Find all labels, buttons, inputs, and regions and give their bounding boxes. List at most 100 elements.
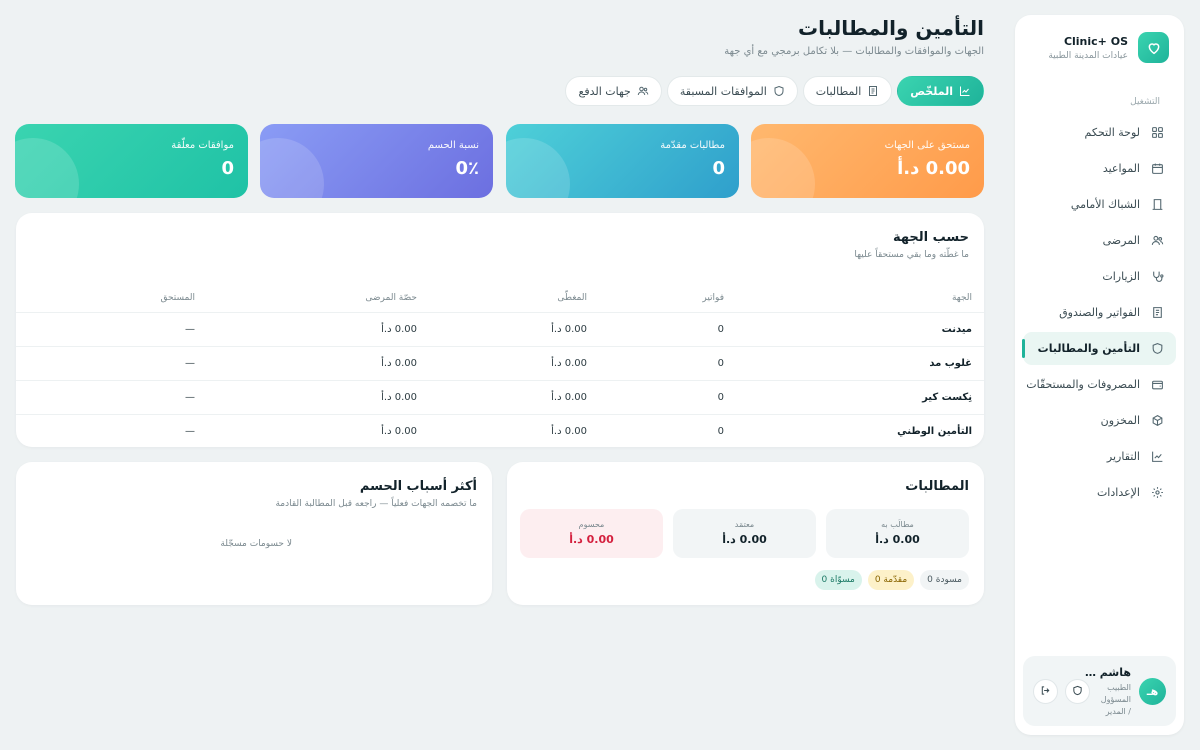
tab-label: الملخّص [910, 84, 953, 98]
sidebar-item-expenses[interactable]: المصروفات والمستحقّات [1023, 368, 1176, 401]
user-card: هـ هاشم … الطبيب المسؤول / المدير [1023, 656, 1176, 726]
panel-title: أكثر أسباب الحسم [359, 479, 477, 494]
claims-tiles: مطالَب به 0.00 د.أ معتمَد 0.00 د.أ محسوم… [520, 509, 969, 558]
panel-subtitle: ما غطّته وما بقي مستحقاً عليها [854, 250, 969, 260]
sidebar-item-settings[interactable]: الإعدادات [1023, 476, 1176, 509]
sidebar-item-appointments[interactable]: المواعيد [1023, 152, 1176, 185]
sidebar-item-billing[interactable]: الفواتير والصندوق [1023, 296, 1176, 329]
table-cell: 0.00 د.أ [417, 413, 587, 448]
table-cell: 0.00 د.أ [195, 379, 417, 414]
table-cell: 0.00 د.أ [417, 311, 587, 346]
sidebar-item-label: المرضى [1102, 234, 1140, 247]
status-badge-settled[interactable]: مسوّاة 0 [814, 570, 862, 590]
stat-value: 0 [221, 158, 234, 179]
sidebar-item-label: المصروفات والمستحقّات [1026, 378, 1140, 391]
shield-icon [773, 85, 785, 97]
stat-card-discount-rate: نسبة الحسم 0٪ [260, 124, 493, 198]
tab-label: الموافقات المسبقة [679, 84, 767, 98]
table-cell: التأمين الوطني [724, 413, 984, 448]
tile-claimed: مطالَب به 0.00 د.أ [826, 509, 969, 558]
stat-card-submitted-claims: مطالبات مقدّمة 0 [506, 124, 739, 198]
sidebar-item-reports[interactable]: التقارير [1023, 440, 1176, 473]
stat-label: نسبة الحسم [427, 140, 479, 151]
users-icon [1150, 233, 1165, 248]
table-cell: ميدنت [724, 311, 984, 346]
claims-status-chips: مسودة 0 مقدّمة 0 مسوّاة 0 [814, 570, 969, 590]
sidebar-item-dashboard[interactable]: لوحة التحكم [1023, 116, 1176, 149]
table-row[interactable]: غلوب مد 0 0.00 د.أ 0.00 د.أ — [16, 345, 984, 380]
wallet-icon [1150, 377, 1165, 392]
sidebar-item-insurance[interactable]: التأمين والمطالبات [1022, 332, 1176, 365]
avatar[interactable]: هـ [1139, 678, 1166, 705]
sidebar-nav: لوحة التحكم المواعيد الشباك الأمامي المر… [1022, 116, 1176, 512]
deduction-reasons-panel: أكثر أسباب الحسم ما تخصمه الجهات فعلياً … [16, 462, 492, 605]
user-name: هاشم … [1084, 666, 1131, 679]
brand: Clinic+ OS عيادات المدينة الطبية [1030, 32, 1169, 64]
stat-value: 0 [712, 158, 725, 179]
logout-icon [1040, 685, 1051, 699]
heart-icon [1138, 32, 1169, 63]
table-row[interactable]: ميدنت 0 0.00 د.أ 0.00 د.أ — [16, 311, 984, 346]
table-cell: — [16, 345, 195, 380]
table-cell: غلوب مد [724, 345, 984, 380]
tab-summary[interactable]: الملخّص [897, 76, 984, 106]
column-header: الجهة [951, 293, 972, 304]
receipt-icon [867, 85, 879, 97]
tile-value: 0.00 د.أ [722, 533, 767, 546]
tile-deducted: محسوم 0.00 د.أ [520, 509, 663, 558]
sidebar-item-label: الزيارات [1102, 270, 1140, 283]
table-row[interactable]: نِكست كير 0 0.00 د.أ 0.00 د.أ — [16, 379, 984, 414]
page-title: التأمين والمطالبات [797, 16, 984, 40]
receipt-icon [1150, 305, 1165, 320]
user-role: الطبيب المسؤول / المدير [1100, 683, 1131, 716]
payer-table: الجهة فواتير المغطّى حصّة المرضى المستحق… [16, 285, 984, 448]
status-badge-draft[interactable]: مسودة 0 [920, 570, 969, 590]
tile-label: محسوم [578, 520, 605, 529]
logout-button[interactable] [1033, 679, 1058, 704]
stat-card-due-from-payers: مستحق على الجهات 0.00 د.أ [751, 124, 984, 198]
sidebar-item-visits[interactable]: الزيارات [1023, 260, 1176, 293]
table-cell: 0.00 د.أ [195, 413, 417, 448]
shield-icon [1150, 341, 1165, 356]
stat-label: مستحق على الجهات [884, 140, 970, 151]
shield-icon [1072, 685, 1083, 699]
status-badge-submitted[interactable]: مقدّمة 0 [867, 570, 915, 590]
stat-label: مطالبات مقدّمة [660, 140, 725, 151]
sidebar-item-label: الفواتير والصندوق [1059, 306, 1140, 319]
sidebar-item-front-desk[interactable]: الشباك الأمامي [1023, 188, 1176, 221]
page-subtitle: الجهات والموافقات والمطالبات — بلا تكامل… [724, 46, 984, 57]
stat-card-pending-approvals: موافقات معلّقة 0 [15, 124, 248, 198]
tab-bar: الملخّص المطالبات الموافقات المسبقة جهات… [565, 76, 984, 106]
brand-subtitle: عيادات المدينة الطبية [1048, 51, 1128, 61]
table-row[interactable]: التأمين الوطني 0 0.00 د.أ 0.00 د.أ — [16, 413, 984, 448]
table-cell: 0.00 د.أ [417, 345, 587, 380]
tab-payers[interactable]: جهات الدفع [565, 76, 662, 106]
sidebar-item-label: التأمين والمطالبات [1037, 342, 1140, 355]
users-icon [637, 85, 649, 97]
tile-label: مطالَب به [881, 520, 914, 529]
sidebar-item-label: الإعدادات [1096, 486, 1140, 499]
table-cell: 0 [587, 379, 724, 414]
sidebar-item-label: الشباك الأمامي [1070, 198, 1140, 211]
stat-value: 0.00 د.أ [897, 158, 970, 179]
table-cell: — [16, 413, 195, 448]
sidebar-item-label: لوحة التحكم [1084, 126, 1140, 139]
security-button[interactable] [1065, 679, 1090, 704]
column-header: المغطّى [557, 293, 587, 304]
sidebar-item-patients[interactable]: المرضى [1023, 224, 1176, 257]
tab-claims[interactable]: المطالبات [802, 76, 893, 106]
box-icon [1150, 413, 1165, 428]
panel-subtitle: ما تخصمه الجهات فعلياً — راجعه قبل المطا… [275, 499, 477, 509]
table-cell: 0 [587, 345, 724, 380]
tab-label: المطالبات [815, 84, 862, 98]
nav-section-label: التشغيل [1130, 97, 1160, 107]
tile-value: 0.00 د.أ [569, 533, 614, 546]
sidebar-item-label: المخزون [1100, 414, 1140, 427]
stethoscope-icon [1150, 269, 1165, 284]
grid-icon [1150, 125, 1165, 140]
tab-pre-approvals[interactable]: الموافقات المسبقة [666, 76, 798, 106]
tile-value: 0.00 د.أ [875, 533, 920, 546]
panel-title: المطالبات [905, 479, 969, 494]
sidebar-item-inventory[interactable]: المخزون [1023, 404, 1176, 437]
table-cell: — [16, 379, 195, 414]
